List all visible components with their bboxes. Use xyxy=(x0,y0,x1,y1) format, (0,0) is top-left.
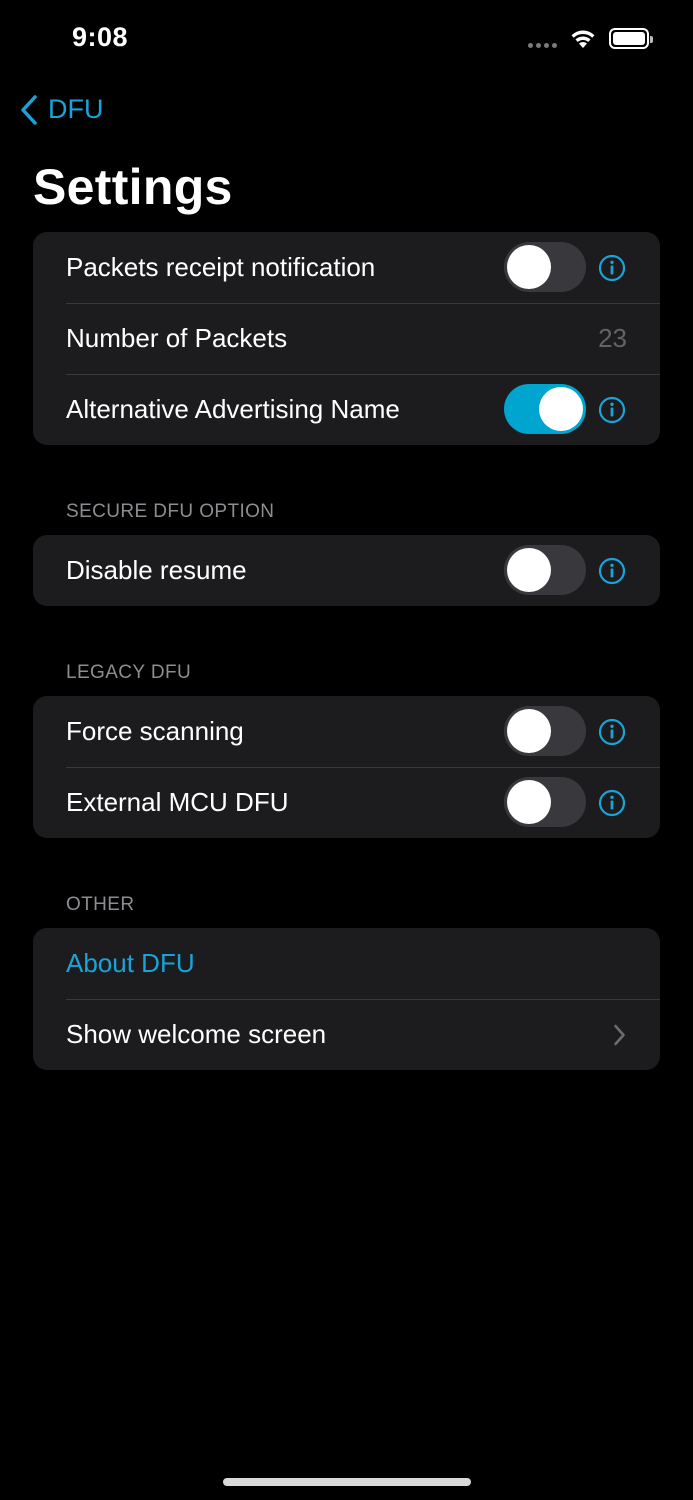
number-of-packets-value[interactable]: 23 xyxy=(598,323,627,354)
row-label: Alternative Advertising Name xyxy=(66,394,400,424)
status-time: 9:08 xyxy=(72,22,129,52)
settings-group-secure-dfu: Disable resume xyxy=(33,535,660,606)
row-label: Disable resume xyxy=(66,555,247,585)
row-packets-receipt-notification: Packets receipt notification xyxy=(33,232,660,303)
row-show-welcome-screen[interactable]: Show welcome screen xyxy=(33,999,660,1070)
back-button[interactable]: DFU xyxy=(20,94,104,125)
settings-group-legacy-dfu: Force scanning External MCU DFU xyxy=(33,696,660,838)
chevron-right-icon xyxy=(614,1024,625,1046)
row-label: Force scanning xyxy=(66,716,244,746)
force-scanning-toggle[interactable] xyxy=(504,706,586,756)
settings-group-general: Packets receipt notification Number of P… xyxy=(33,232,660,445)
section-header-legacy-dfu: LEGACY DFU xyxy=(66,662,192,683)
settings-screen: 9:08 DFU Settings Packets receipt notifi… xyxy=(0,0,693,1500)
row-number-of-packets[interactable]: Number of Packets 23 xyxy=(33,303,660,374)
signal-dots-icon xyxy=(528,42,557,48)
row-label: Packets receipt notification xyxy=(66,252,376,282)
info-icon[interactable] xyxy=(598,557,626,585)
row-force-scanning: Force scanning xyxy=(33,696,660,767)
info-icon[interactable] xyxy=(598,254,626,282)
home-indicator[interactable] xyxy=(223,1478,471,1486)
settings-group-other: About DFU Show welcome screen xyxy=(33,928,660,1070)
disable-resume-toggle[interactable] xyxy=(504,545,586,595)
row-label: Number of Packets xyxy=(66,323,288,353)
alternative-advertising-name-toggle[interactable] xyxy=(504,384,586,434)
row-external-mcu-dfu: External MCU DFU xyxy=(33,767,660,838)
about-dfu-link[interactable]: About DFU xyxy=(66,948,195,979)
battery-icon xyxy=(609,27,653,49)
external-mcu-dfu-toggle[interactable] xyxy=(504,777,586,827)
row-alternative-advertising-name: Alternative Advertising Name xyxy=(33,374,660,445)
info-icon[interactable] xyxy=(598,789,626,817)
wifi-icon xyxy=(571,30,595,48)
row-disable-resume: Disable resume xyxy=(33,535,660,606)
info-icon[interactable] xyxy=(598,396,626,424)
status-icons xyxy=(528,27,653,49)
row-about-dfu[interactable]: About DFU xyxy=(33,928,660,999)
page-title: Settings xyxy=(33,159,233,215)
chevron-left-icon xyxy=(21,94,37,125)
back-button-label: DFU xyxy=(48,94,104,124)
info-icon[interactable] xyxy=(598,718,626,746)
row-label: External MCU DFU xyxy=(66,787,289,817)
section-header-other: OTHER xyxy=(66,894,135,915)
status-bar: 9:08 xyxy=(0,0,693,80)
packets-receipt-notification-toggle[interactable] xyxy=(504,242,586,292)
row-label: Show welcome screen xyxy=(66,1019,327,1049)
section-header-secure-dfu: SECURE DFU OPTION xyxy=(66,501,275,522)
